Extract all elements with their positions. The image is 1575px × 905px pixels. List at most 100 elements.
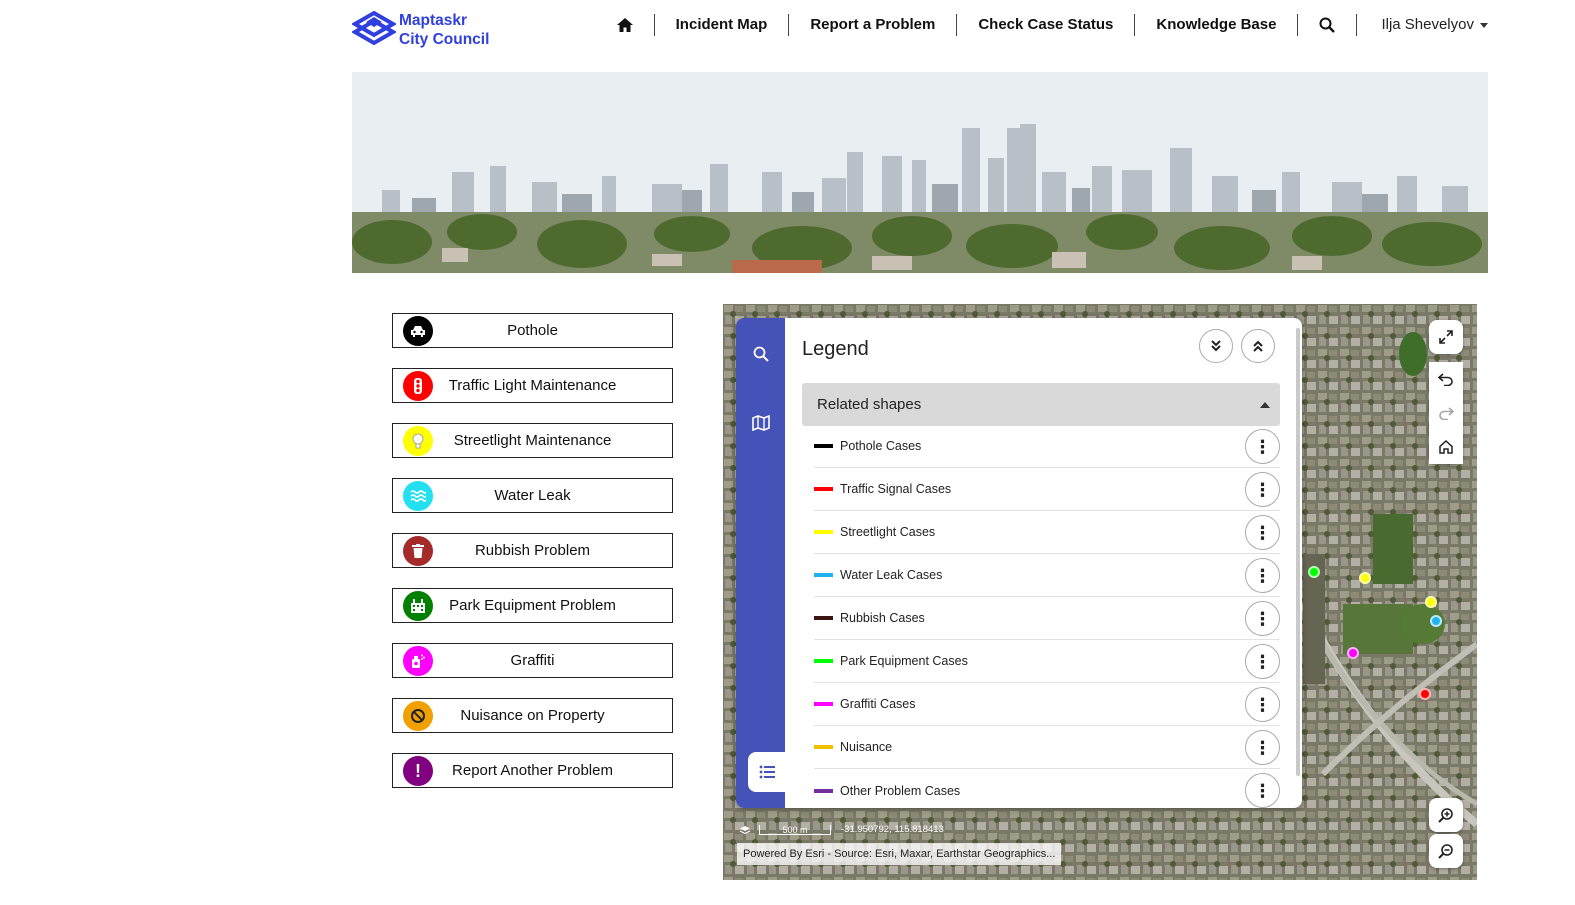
user-menu[interactable]: Ilja Shevelyov xyxy=(1356,14,1488,36)
navigation-controls xyxy=(1429,362,1463,464)
more-options-button[interactable]: ⋮ xyxy=(1245,687,1280,722)
basemap-tool-button[interactable] xyxy=(736,403,785,443)
legend-group-header[interactable]: Related shapes xyxy=(802,383,1280,426)
zoom-in-button[interactable] xyxy=(1429,798,1463,832)
legend-swatch xyxy=(814,659,833,663)
legend-item: Graffiti Cases ⋮ xyxy=(814,683,1280,726)
incident-map[interactable]: Legend Related shapes Pothole Cases ⋮ Tra… xyxy=(723,304,1477,880)
legend-item-label: Graffiti Cases xyxy=(840,697,916,711)
scale-label: 500 m xyxy=(759,824,831,835)
nav-search[interactable] xyxy=(1297,14,1356,36)
more-options-button[interactable]: ⋮ xyxy=(1245,558,1280,593)
legend-swatch xyxy=(814,444,833,448)
trash-icon xyxy=(403,536,433,566)
legend-swatch xyxy=(814,487,833,491)
park-icon xyxy=(403,591,433,621)
incident-marker-streetlight[interactable] xyxy=(1359,572,1371,584)
search-icon xyxy=(1319,17,1336,33)
problem-button-water-leak[interactable]: Water Leak xyxy=(392,478,673,513)
zoom-out-button[interactable] xyxy=(1429,834,1463,868)
more-options-button[interactable]: ⋮ xyxy=(1245,601,1280,636)
nav-check-case-status[interactable]: Check Case Status xyxy=(956,14,1134,36)
legend-item: Rubbish Cases ⋮ xyxy=(814,597,1280,640)
legend-scrollbar[interactable] xyxy=(1296,328,1300,776)
legend-swatch xyxy=(814,788,833,793)
chevrons-up-icon xyxy=(1253,340,1263,352)
problem-button-other[interactable]: ! Report Another Problem xyxy=(392,753,673,788)
nav-incident-map[interactable]: Incident Map xyxy=(653,14,789,36)
logo-icon xyxy=(351,10,397,50)
chevrons-down-icon xyxy=(1211,340,1221,352)
legend-item: Other Problem Cases ⋮ xyxy=(814,769,1280,808)
incident-marker-traffic[interactable] xyxy=(1419,688,1431,700)
legend-item-label: Traffic Signal Cases xyxy=(840,482,952,496)
nav-knowledge-base[interactable]: Knowledge Base xyxy=(1134,14,1297,36)
exclamation-icon: ! xyxy=(403,756,433,786)
legend-item: Nuisance ⋮ xyxy=(814,726,1280,769)
expand-icon xyxy=(1439,330,1453,344)
brand-logo[interactable]: Maptaskr City Council xyxy=(351,10,489,50)
problem-button-traffic-light[interactable]: Traffic Light Maintenance xyxy=(392,368,673,403)
home-icon xyxy=(616,18,633,32)
problem-button-graffiti[interactable]: Graffiti xyxy=(392,643,673,678)
map-controls xyxy=(1429,320,1463,464)
legend-item-label: Streetlight Cases xyxy=(840,525,936,539)
legend-swatch xyxy=(814,530,833,534)
undo-icon xyxy=(1438,373,1453,386)
traffic-light-icon xyxy=(403,371,433,401)
problem-button-pothole[interactable]: Pothole xyxy=(392,313,673,348)
legend-item: Park Equipment Cases ⋮ xyxy=(814,640,1280,683)
fullscreen-button[interactable] xyxy=(1429,320,1463,354)
problem-label: Rubbish Problem xyxy=(474,542,591,559)
legend-item: Pothole Cases ⋮ xyxy=(814,425,1280,468)
main-nav: Incident Map Report a Problem Check Case… xyxy=(616,10,1488,40)
legend-item-label: Pothole Cases xyxy=(840,439,922,453)
problem-label: Park Equipment Problem xyxy=(449,597,616,614)
collapse-all-button[interactable] xyxy=(1241,329,1275,363)
home-icon xyxy=(1439,440,1453,454)
legend-item: Traffic Signal Cases ⋮ xyxy=(814,468,1280,511)
legend-swatch xyxy=(814,573,833,577)
expand-all-button[interactable] xyxy=(1199,329,1233,363)
nav-home[interactable] xyxy=(616,14,654,36)
more-options-button[interactable]: ⋮ xyxy=(1245,429,1280,464)
incident-marker-water-leak[interactable] xyxy=(1430,615,1442,627)
more-options-button[interactable]: ⋮ xyxy=(1245,472,1280,507)
more-options-button[interactable]: ⋮ xyxy=(1245,515,1280,550)
incident-marker-park[interactable] xyxy=(1308,566,1320,578)
problem-button-streetlight[interactable]: Streetlight Maintenance xyxy=(392,423,673,458)
incident-marker-streetlight[interactable] xyxy=(1425,596,1437,608)
legend-swatch xyxy=(814,745,833,749)
brand-name: Maptaskr xyxy=(399,12,468,29)
legend-item: Water Leak Cases ⋮ xyxy=(814,554,1280,597)
problem-type-list: Pothole Traffic Light Maintenance Street… xyxy=(392,313,673,808)
problem-button-nuisance[interactable]: Nuisance on Property xyxy=(392,698,673,733)
problem-label: Water Leak xyxy=(494,487,571,504)
undo-extent-button[interactable] xyxy=(1429,362,1463,396)
legend-item: Streetlight Cases ⋮ xyxy=(814,511,1280,554)
chevron-up-icon xyxy=(1260,402,1270,408)
more-options-button[interactable]: ⋮ xyxy=(1245,644,1280,679)
zoom-in-icon xyxy=(1438,808,1453,823)
legend-item-label: Rubbish Cases xyxy=(840,611,925,625)
home-extent-button[interactable] xyxy=(1429,430,1463,464)
nav-report-problem[interactable]: Report a Problem xyxy=(788,14,956,36)
ban-icon xyxy=(403,701,433,731)
problem-label: Pothole xyxy=(507,322,558,339)
redo-extent-button[interactable] xyxy=(1429,396,1463,430)
lightbulb-icon xyxy=(403,426,433,456)
list-icon xyxy=(759,765,775,779)
legend-tool-button[interactable] xyxy=(748,752,786,792)
incident-marker-graffiti[interactable] xyxy=(1347,647,1359,659)
more-options-button[interactable]: ⋮ xyxy=(1245,773,1280,808)
problem-label: Streetlight Maintenance xyxy=(453,432,612,449)
map-attribution[interactable]: Powered By Esri - Source: Esri, Maxar, E… xyxy=(737,843,1062,865)
search-tool-button[interactable] xyxy=(736,334,785,374)
zoom-controls xyxy=(1429,798,1463,870)
problem-label: Nuisance on Property xyxy=(460,707,605,724)
city-skyline-banner xyxy=(352,72,1488,273)
legend-list: Pothole Cases ⋮ Traffic Signal Cases ⋮ Str… xyxy=(814,425,1280,808)
problem-button-rubbish[interactable]: Rubbish Problem xyxy=(392,533,673,568)
more-options-button[interactable]: ⋮ xyxy=(1245,730,1280,765)
problem-button-park-equipment[interactable]: Park Equipment Problem xyxy=(392,588,673,623)
